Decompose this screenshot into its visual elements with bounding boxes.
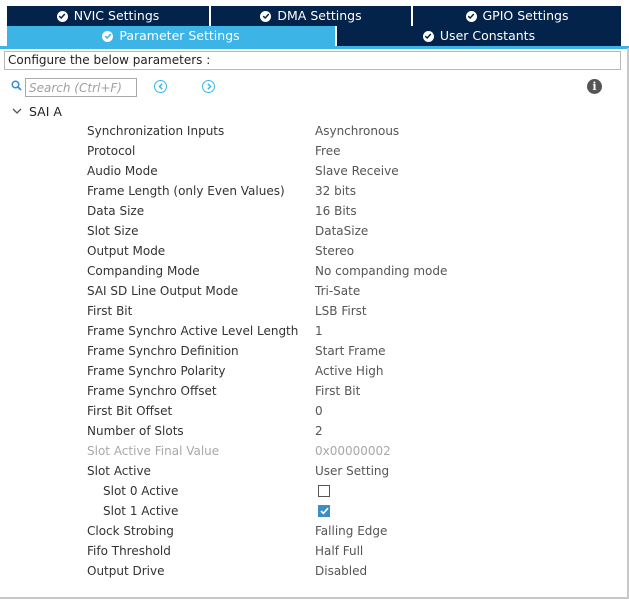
param-value[interactable]: 0 [315,401,323,421]
param-name: Companding Mode [87,264,200,278]
param-row-frame-synchro-active-level-length[interactable]: Frame Synchro Active Level Length 1 [0,321,629,341]
tab-bar: NVIC Settings DMA Settings GPIO Settings… [0,0,629,48]
param-name: Frame Synchro Active Level Length [87,324,299,338]
param-name: Slot Active [87,464,151,478]
chevron-down-icon [12,108,22,114]
param-name: Synchronization Inputs [87,124,225,138]
param-row-slot-size[interactable]: Slot Size DataSize [0,221,629,241]
param-row-data-size[interactable]: Data Size 16 Bits [0,201,629,221]
chevron-right-icon [206,83,211,90]
slot-1-active-checkbox[interactable] [318,505,330,517]
param-name: Slot 1 Active [103,504,179,518]
param-value[interactable]: Asynchronous [315,121,399,141]
search-input[interactable] [25,78,137,97]
slot-0-active-checkbox[interactable] [318,485,330,497]
configure-label: Configure the below parameters : [4,51,621,70]
param-row-frame-synchro-polarity[interactable]: Frame Synchro Polarity Active High [0,361,629,381]
param-name: Slot 0 Active [103,484,179,498]
param-name: Output Drive [87,564,165,578]
tab-gpio-settings[interactable]: GPIO Settings [413,6,621,26]
search-next-button[interactable] [202,80,215,93]
check-circle-icon [260,10,272,22]
param-value[interactable]: Disabled [315,561,367,581]
tab-label: NVIC Settings [73,8,160,23]
param-row-synchronization-inputs[interactable]: Synchronization Inputs Asynchronous [0,121,629,141]
param-value[interactable]: DataSize [315,221,368,241]
param-value[interactable]: Start Frame [315,341,386,361]
param-row-output-mode[interactable]: Output Mode Stereo [0,241,629,261]
param-row-protocol[interactable]: Protocol Free [0,141,629,161]
param-value: 0x00000002 [315,444,391,458]
param-row-slot-active-final-value: Slot Active Final Value 0x00000002 [0,441,629,461]
param-row-frame-synchro-offset[interactable]: Frame Synchro Offset First Bit [0,381,629,401]
param-value[interactable]: Slave Receive [315,161,399,181]
param-name: Frame Synchro Offset [87,384,217,398]
tab-label: User Constants [439,28,536,43]
info-icon[interactable]: i [587,79,602,94]
check-circle-icon [465,10,477,22]
param-name: Frame Synchro Definition [87,344,239,358]
param-value[interactable]: User Setting [315,461,389,481]
param-value[interactable]: No companding mode [315,261,447,281]
param-value[interactable]: Stereo [315,241,354,261]
param-value[interactable]: Half Full [315,541,363,561]
tab-parameter-settings[interactable]: Parameter Settings [7,26,335,46]
param-row-slot-active[interactable]: Slot Active User Setting [0,461,629,481]
check-circle-icon [56,10,68,22]
param-name: Frame Length (only Even Values) [87,184,285,198]
tab-user-constants[interactable]: User Constants [337,26,621,46]
param-value[interactable]: 32 bits [315,181,356,201]
param-name: Output Mode [87,244,166,258]
param-name: Number of Slots [87,424,184,438]
search-icon [11,80,22,94]
param-row-frame-synchro-definition[interactable]: Frame Synchro Definition Start Frame [0,341,629,361]
tab-nvic-settings[interactable]: NVIC Settings [7,6,209,26]
group-sai-a[interactable]: SAI A [12,102,62,120]
param-value[interactable]: 2 [315,421,323,441]
param-row-sai-sd-line-output-mode[interactable]: SAI SD Line Output Mode Tri-Sate [0,281,629,301]
param-row-first-bit-offset[interactable]: First Bit Offset 0 [0,401,629,421]
tab-label: DMA Settings [277,8,362,23]
param-value[interactable]: First Bit [315,381,360,401]
param-row-number-of-slots[interactable]: Number of Slots 2 [0,421,629,441]
param-value[interactable]: Falling Edge [315,521,387,541]
check-circle-icon [422,30,434,42]
param-row-frame-length[interactable]: Frame Length (only Even Values) 32 bits [0,181,629,201]
param-name: Slot Size [87,224,139,238]
param-value[interactable]: Free [315,141,340,161]
param-row-slot-1-active[interactable]: Slot 1 Active [0,501,629,521]
tab-label: GPIO Settings [482,8,569,23]
param-name: Frame Synchro Polarity [87,364,226,378]
param-name: SAI SD Line Output Mode [87,284,239,298]
chevron-left-icon [158,83,163,90]
group-label: SAI A [29,103,62,119]
param-value[interactable]: Active High [315,361,384,381]
param-row-fifo-threshold[interactable]: Fifo Threshold Half Full [0,541,629,561]
panel-border-bottom [0,597,629,599]
param-row-first-bit[interactable]: First Bit LSB First [0,301,629,321]
checkmark-icon [319,507,329,515]
param-name: First Bit [87,304,133,318]
param-row-audio-mode[interactable]: Audio Mode Slave Receive [0,161,629,181]
param-value[interactable]: 16 Bits [315,201,357,221]
param-name: Clock Strobing [87,524,174,538]
param-value[interactable]: 1 [315,321,323,341]
search-previous-button[interactable] [154,80,167,93]
param-name: Protocol [87,144,136,158]
tab-dma-settings[interactable]: DMA Settings [211,6,411,26]
param-row-output-drive[interactable]: Output Drive Disabled [0,561,629,581]
param-name: Fifo Threshold [87,544,171,558]
param-name: Data Size [87,204,145,218]
param-name: Audio Mode [87,164,158,178]
param-row-slot-0-active[interactable]: Slot 0 Active [0,481,629,501]
check-circle-icon [102,30,114,42]
param-value[interactable]: LSB First [315,301,367,321]
tab-underline [0,46,629,49]
param-row-companding-mode[interactable]: Companding Mode No companding mode [0,261,629,281]
param-row-clock-strobing[interactable]: Clock Strobing Falling Edge [0,521,629,541]
param-value[interactable]: Tri-Sate [315,281,360,301]
param-name: First Bit Offset [87,404,173,418]
tab-label: Parameter Settings [119,28,240,43]
param-name: Slot Active Final Value [87,444,220,458]
